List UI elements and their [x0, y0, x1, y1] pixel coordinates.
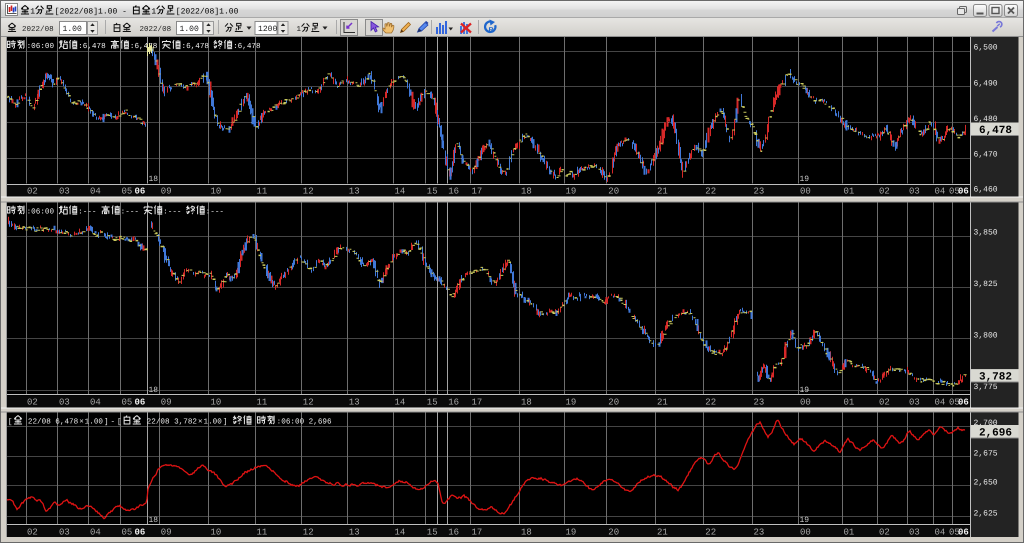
- svg-text:2022/08: 2022/08: [22, 25, 54, 34]
- svg-text:[2022/08]1.00: [2022/08]1.00: [55, 7, 118, 16]
- svg-text:1: 1: [151, 7, 156, 16]
- svg-text:1: 1: [30, 7, 35, 16]
- svg-text:2022/08: 2022/08: [140, 25, 172, 34]
- svg-text:-: -: [122, 7, 127, 16]
- svg-text:1.00: 1.00: [63, 25, 83, 34]
- svg-text:1200: 1200: [258, 25, 278, 34]
- svg-text:1.00: 1.00: [180, 25, 200, 34]
- svg-text:R: R: [489, 27, 494, 34]
- svg-text:1: 1: [297, 26, 302, 34]
- svg-text:[2022/08]1.00: [2022/08]1.00: [176, 7, 239, 16]
